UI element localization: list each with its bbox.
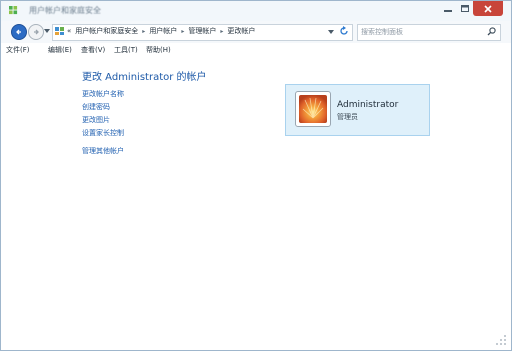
control-panel-icon xyxy=(55,27,64,35)
menu-help[interactable]: 帮助(H) xyxy=(146,45,171,55)
resize-grip-icon[interactable] xyxy=(495,334,507,346)
minimize-button[interactable] xyxy=(439,1,456,16)
control-panel-icon xyxy=(9,6,18,15)
menu-tools[interactable]: 工具(T) xyxy=(114,45,138,55)
breadcrumb-overflow[interactable]: « xyxy=(67,27,71,35)
minimize-icon xyxy=(443,9,452,12)
window-title: 用户帐户和家庭安全 xyxy=(29,6,101,15)
window: 用户帐户和家庭安全 « 用户帐户和家庭安全 ▸ 用户帐户 ▸ 管理帐户 ▸ 更改… xyxy=(0,0,512,351)
maximize-icon xyxy=(460,5,469,12)
change-account-name-link[interactable]: 更改帐户名称 xyxy=(82,89,124,99)
menu-bar: 文件(F) 编辑(E) 查看(V) 工具(T) 帮助(H) xyxy=(1,43,511,57)
close-button[interactable] xyxy=(473,1,503,16)
breadcrumb-item[interactable]: 用户帐户和家庭安全 xyxy=(75,26,138,36)
breadcrumb-item[interactable]: 管理帐户 xyxy=(188,26,216,36)
menu-file[interactable]: 文件(F) xyxy=(6,45,30,55)
recent-pages-dropdown[interactable] xyxy=(44,28,50,34)
menu-edit[interactable]: 编辑(E) xyxy=(48,45,72,55)
back-arrow-icon xyxy=(16,29,21,35)
menu-view[interactable]: 查看(V) xyxy=(81,45,105,55)
breadcrumb: « 用户帐户和家庭安全 ▸ 用户帐户 ▸ 管理帐户 ▸ 更改帐户 xyxy=(67,26,255,36)
address-dropdown-icon[interactable] xyxy=(328,30,334,34)
search-icon[interactable] xyxy=(487,27,496,36)
back-button[interactable] xyxy=(11,24,27,40)
avatar xyxy=(295,91,331,127)
user-picture-icon xyxy=(299,95,327,123)
title-bar: 用户帐户和家庭安全 xyxy=(1,1,511,21)
search-placeholder: 搜索控制面板 xyxy=(361,28,403,36)
forward-arrow-icon xyxy=(34,29,39,35)
account-role: 管理员 xyxy=(337,113,358,121)
maximize-button[interactable] xyxy=(456,1,473,16)
forward-button[interactable] xyxy=(28,24,44,40)
account-name: Administrator xyxy=(337,100,399,110)
close-icon xyxy=(484,4,492,13)
chevron-right-icon[interactable]: ▸ xyxy=(181,28,184,35)
chevron-right-icon[interactable]: ▸ xyxy=(220,28,223,35)
change-picture-link[interactable]: 更改图片 xyxy=(82,115,110,125)
parental-controls-link[interactable]: 设置家长控制 xyxy=(82,128,124,138)
breadcrumb-item[interactable]: 用户帐户 xyxy=(149,26,177,36)
create-password-link[interactable]: 创建密码 xyxy=(82,102,110,112)
refresh-icon[interactable] xyxy=(339,26,349,36)
breadcrumb-item[interactable]: 更改帐户 xyxy=(227,26,255,36)
chevron-right-icon[interactable]: ▸ xyxy=(142,28,145,35)
manage-other-accounts-link[interactable]: 管理其他帐户 xyxy=(82,146,124,156)
page-title: 更改 Administrator 的帐户 xyxy=(82,72,207,83)
